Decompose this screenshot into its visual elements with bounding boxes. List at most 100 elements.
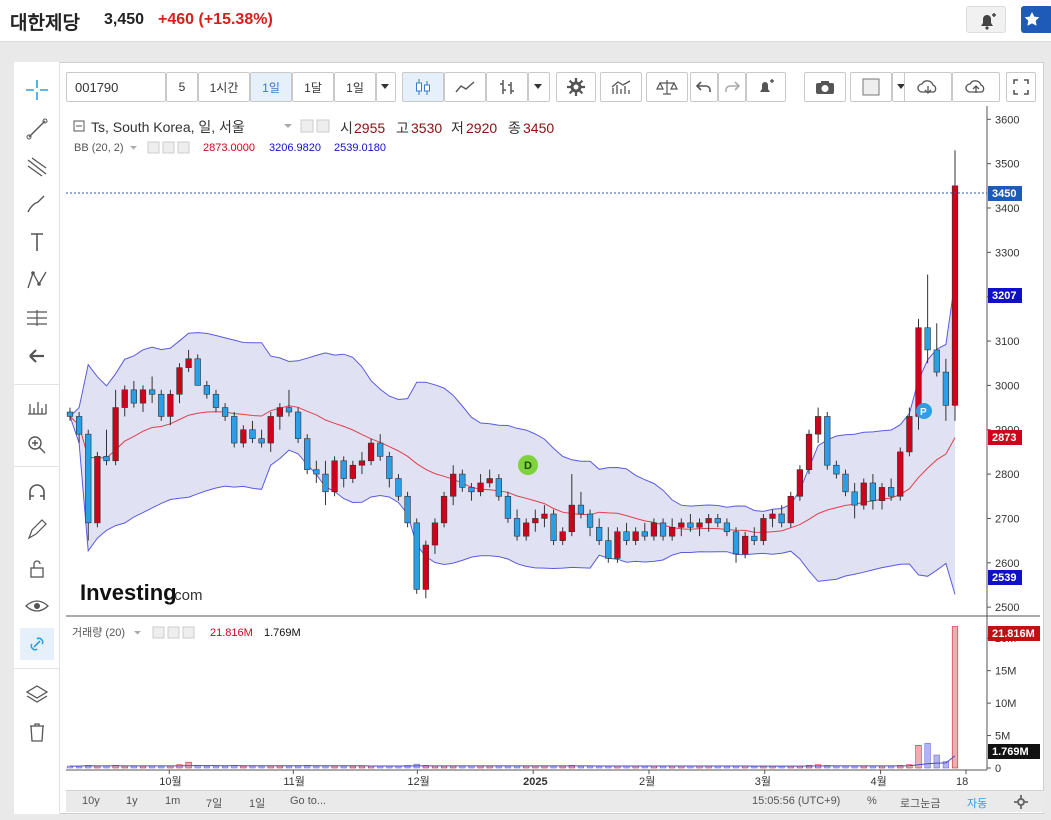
candle[interactable]: [158, 389, 165, 421]
volume-bar: [313, 765, 320, 769]
volume-bar: [295, 765, 302, 769]
auto-scale-toggle[interactable]: 자동: [967, 795, 987, 811]
candle[interactable]: [94, 451, 101, 528]
candle[interactable]: [331, 456, 338, 497]
volume-bar: [285, 765, 293, 769]
range-10y-button[interactable]: 10y: [82, 795, 100, 807]
candle-body: [450, 473, 457, 497]
candle-body: [860, 482, 867, 506]
candle[interactable]: [504, 491, 512, 523]
candle-body: [951, 185, 959, 406]
range-7d-button[interactable]: 7일: [206, 795, 222, 811]
candle-body: [669, 527, 676, 537]
range-1y-button[interactable]: 1y: [126, 795, 138, 807]
candle[interactable]: [787, 491, 794, 528]
candle-body: [605, 540, 612, 559]
time-tick-label: 18: [956, 776, 968, 788]
chart-svg[interactable]: 3600350034003300320031003000290028002700…: [0, 0, 1051, 820]
candle-body: [924, 327, 931, 351]
gear-icon[interactable]: [1014, 795, 1028, 809]
candle-body: [267, 416, 274, 444]
volume-badge-text: 21.816M: [992, 628, 1035, 640]
candle-body: [641, 531, 648, 537]
candle-body: [377, 442, 384, 457]
gear-small-icon[interactable]: [316, 119, 330, 133]
candle[interactable]: [951, 150, 959, 421]
candle[interactable]: [422, 540, 429, 599]
candle-body: [888, 487, 895, 497]
candle-body: [650, 522, 658, 537]
candle[interactable]: [294, 407, 302, 444]
dividend-marker[interactable]: D: [518, 455, 538, 475]
price-tick-label: 2700: [995, 513, 1019, 525]
candle-body: [322, 473, 329, 493]
candle-body: [623, 531, 630, 541]
candle[interactable]: [440, 491, 448, 528]
candle-body: [842, 473, 849, 493]
candle[interactable]: [231, 412, 238, 448]
candle-body: [751, 535, 758, 541]
candle-body: [367, 442, 375, 462]
close-price-badge: 3450: [988, 186, 1022, 201]
candle[interactable]: [860, 478, 867, 510]
candle-body: [824, 416, 831, 466]
candle[interactable]: [413, 518, 420, 594]
candle-body: [176, 367, 183, 395]
candle-body: [103, 456, 110, 462]
candle-body: [386, 456, 393, 479]
eye-toggle-icon[interactable]: [152, 626, 165, 639]
candle-body: [331, 460, 338, 493]
volume-bar: [276, 765, 283, 769]
volume-bar: [249, 765, 256, 769]
candle-body: [513, 518, 521, 537]
low-label: 저: [451, 120, 464, 136]
gear-small-icon[interactable]: [167, 626, 180, 639]
candle-body: [130, 389, 137, 404]
gear-small-icon[interactable]: [162, 141, 175, 154]
split-marker[interactable]: P: [916, 403, 932, 419]
close-icon[interactable]: [177, 141, 190, 154]
candle-body: [294, 411, 302, 439]
volume-bar: [358, 765, 366, 769]
candle[interactable]: [550, 509, 557, 546]
candle[interactable]: [824, 412, 831, 470]
candle[interactable]: [897, 447, 904, 501]
candle-body: [358, 460, 366, 466]
candle-body: [395, 478, 402, 497]
volume-bar: [322, 765, 329, 769]
candle-body: [933, 349, 940, 373]
log-scale-toggle[interactable]: 로그눈금: [900, 795, 940, 811]
candle-body: [833, 464, 840, 475]
candle-body: [696, 522, 703, 528]
candle[interactable]: [760, 514, 767, 546]
range-1m-button[interactable]: 1m: [165, 795, 180, 807]
goto-date-button[interactable]: Go to...: [290, 795, 326, 807]
close-icon[interactable]: [182, 626, 195, 639]
candle-body: [577, 504, 585, 515]
percent-scale-toggle[interactable]: %: [867, 795, 877, 807]
candle[interactable]: [614, 527, 621, 563]
range-1d-button[interactable]: 1일: [249, 795, 265, 811]
price-tick-label: 3400: [995, 203, 1019, 215]
eye-toggle-icon[interactable]: [300, 119, 314, 133]
candle-body: [404, 495, 411, 524]
candle-body: [742, 535, 749, 555]
candle-body: [632, 531, 639, 541]
close-badge-text: 3450: [992, 188, 1016, 200]
candle-body: [477, 482, 484, 493]
candle-body: [687, 522, 694, 528]
candle[interactable]: [404, 491, 411, 528]
bb-upper-value: 3206.9820: [269, 142, 321, 154]
candle-body: [276, 407, 283, 417]
candle-body: [760, 518, 767, 541]
volume-bar: [951, 626, 959, 769]
candle[interactable]: [796, 465, 804, 501]
candle[interactable]: [304, 434, 311, 475]
candle[interactable]: [805, 429, 813, 475]
candle-body: [240, 429, 247, 444]
candle-body: [659, 522, 667, 537]
eye-toggle-icon[interactable]: [147, 141, 160, 154]
candle-body: [869, 482, 877, 501]
candle[interactable]: [194, 354, 201, 386]
page: 대한제당 3,450 +460 (+15.38%) 001790 5 1시간 1…: [0, 0, 1051, 820]
